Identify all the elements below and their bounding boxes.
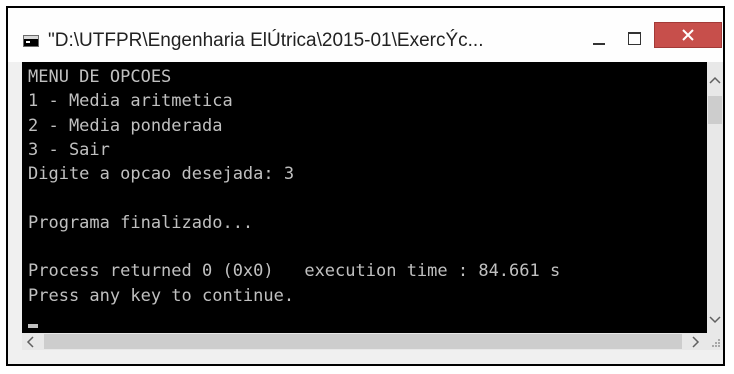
chevron-down-icon[interactable]: [709, 316, 721, 324]
console-line: Press any key to continue.: [28, 285, 295, 306]
console-output[interactable]: MENU DE OPCOES 1 - Media aritmetica 2 - …: [22, 62, 707, 333]
console-line: 2 - Media ponderada: [28, 115, 223, 136]
chevron-up-icon[interactable]: [709, 76, 721, 84]
console-line: Programa finalizado...: [28, 212, 254, 233]
console-line: Digite a opcao desejada: 3: [28, 164, 295, 185]
window-title: "D:\UTFPR\Engenharia ElÚtrica\2015-01\Ex…: [48, 30, 484, 51]
title-bar[interactable]: "D:\UTFPR\Engenharia ElÚtrica\2015-01\Ex…: [8, 8, 723, 62]
console-line: 1 - Media aritmetica: [28, 91, 233, 112]
text-cursor: [28, 324, 38, 328]
minimize-button[interactable]: [586, 28, 622, 54]
resize-grip[interactable]: [707, 333, 723, 350]
chevron-right-icon[interactable]: [692, 336, 700, 348]
window-bottom-border: [8, 350, 723, 364]
resize-grip-icon: [712, 339, 720, 347]
vertical-scroll-thumb[interactable]: [708, 96, 722, 124]
horizontal-scroll-thumb[interactable]: [44, 334, 682, 349]
console-text: MENU DE OPCOES 1 - Media aritmetica 2 - …: [22, 62, 707, 308]
console-line: 3 - Sair: [28, 139, 110, 160]
close-icon: [682, 29, 694, 41]
close-button[interactable]: [654, 22, 722, 48]
chevron-left-icon[interactable]: [26, 336, 34, 348]
console-line: Process returned 0 (0x0) execution time …: [28, 261, 561, 282]
horizontal-scrollbar[interactable]: [22, 333, 707, 350]
vertical-scrollbar[interactable]: [707, 62, 723, 333]
console-window-icon[interactable]: [23, 35, 39, 47]
console-line: MENU DE OPCOES: [28, 67, 172, 87]
console-window: "D:\UTFPR\Engenharia ElÚtrica\2015-01\Ex…: [6, 6, 725, 366]
maximize-button[interactable]: [620, 28, 656, 54]
